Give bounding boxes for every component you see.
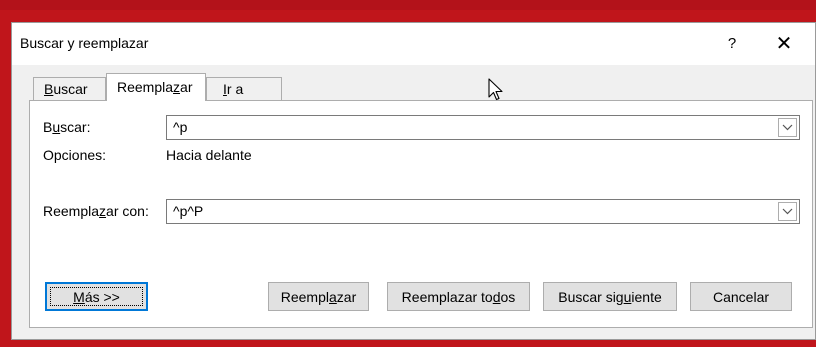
find-next-button[interactable]: Buscar sig u iente: [543, 282, 677, 311]
more-button[interactable]: Más >>: [45, 282, 148, 311]
help-button[interactable]: ?: [717, 32, 747, 56]
find-combobox[interactable]: ^p: [166, 115, 800, 140]
replace-combobox[interactable]: ^p^P: [166, 199, 800, 224]
background-strip: [0, 0, 816, 10]
mouse-pointer-icon: [488, 78, 503, 101]
replace-input[interactable]: ^p^P: [173, 203, 203, 219]
dialog-title: Buscar y reemplazar: [20, 35, 149, 51]
cancel-button[interactable]: Cancelar: [690, 282, 792, 311]
replace-button[interactable]: Reempl a zar: [268, 282, 369, 311]
tab-buscar[interactable]: Buscar: [33, 77, 106, 100]
options-value: Hacia delante: [166, 147, 252, 163]
tab-ir-a[interactable]: Ir a: [206, 77, 282, 100]
options-label: Opciones:: [43, 147, 107, 163]
find-input[interactable]: ^p: [173, 119, 187, 135]
close-button[interactable]: ✕: [764, 29, 804, 59]
replace-all-button[interactable]: Reemplazar to d os: [387, 282, 530, 311]
find-label: Buscar:: [43, 119, 91, 135]
chevron-down-icon[interactable]: [778, 202, 797, 221]
chevron-down-icon[interactable]: [778, 118, 797, 137]
find-replace-dialog: Buscar y reemplazar ? ✕ Buscar Reemplaza…: [11, 22, 816, 340]
replace-label: Reemplazar con:: [43, 203, 149, 219]
title-bar: Buscar y reemplazar ? ✕: [12, 23, 815, 65]
tab-reemplazar[interactable]: Reemplazar: [106, 73, 206, 101]
